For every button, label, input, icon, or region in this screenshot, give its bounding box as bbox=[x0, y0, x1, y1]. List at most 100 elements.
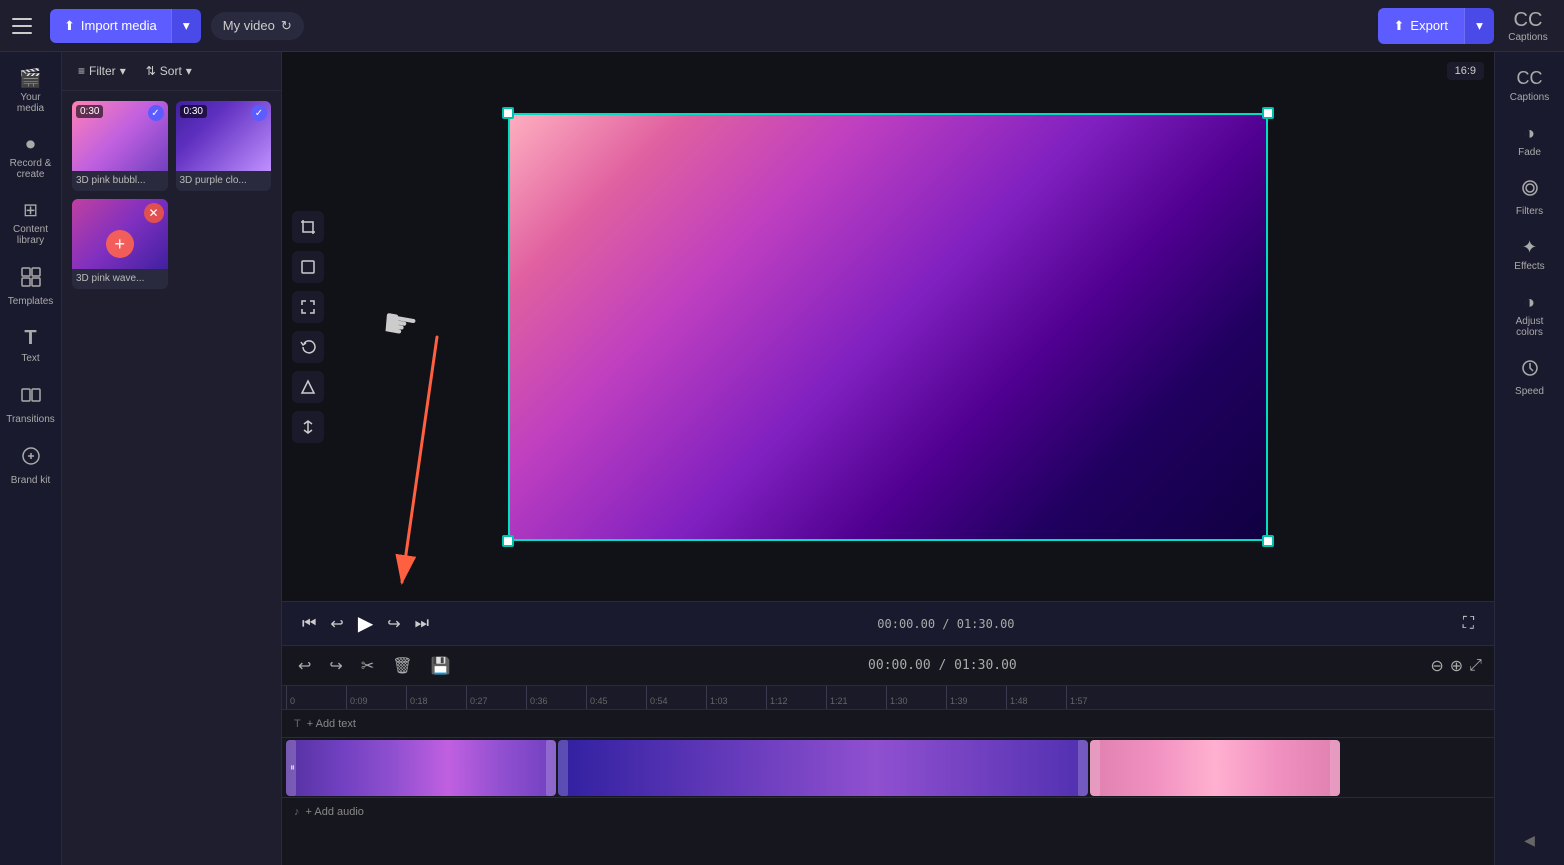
save-button[interactable]: 💾 bbox=[427, 652, 455, 680]
clip-purple-pink[interactable]: ⏸ bbox=[286, 740, 556, 796]
skip-back-button[interactable]: ⏮ bbox=[302, 615, 316, 633]
resize-handle-tr[interactable] bbox=[1262, 107, 1274, 119]
add-to-timeline-button[interactable]: + bbox=[106, 230, 134, 258]
timeline-toolbar: ↩ ↪ ✂ 🗑 💾 00:00.00 / 01:30.00 ⊖ ⊕ ⤢ bbox=[282, 646, 1494, 686]
aspect-ratio-badge[interactable]: 16:9 bbox=[1447, 62, 1484, 80]
media-item-bubble[interactable]: 0:30 ✓ 3D pink bubbl... bbox=[72, 101, 168, 191]
triangle-tool-button[interactable] bbox=[292, 371, 324, 403]
center-area: 16:9 ⏮ ↩ ▶ ↪ ⏭ 00:00.00 / 01:30.00 ⛶ ↩ ↪… bbox=[282, 52, 1494, 865]
ruler-mark: 1:57 bbox=[1066, 686, 1126, 709]
filter-button[interactable]: ≡ Filter ▾ bbox=[72, 60, 132, 82]
sidebar-item-record-create[interactable]: ⏺ Record &create bbox=[2, 126, 60, 188]
video-track: ⏸ bbox=[282, 738, 1494, 798]
media-grid: 0:30 ✓ 3D pink bubbl... 0:30 ✓ 3D purple… bbox=[62, 91, 281, 299]
ruler-mark: 1:12 bbox=[766, 686, 826, 709]
resize-handle-bl[interactable] bbox=[502, 535, 514, 547]
clip-handle-left[interactable] bbox=[558, 740, 568, 796]
right-tool-fade[interactable]: ◑ Fade bbox=[1498, 115, 1562, 166]
adjust-colors-icon: ◑ bbox=[1524, 292, 1535, 313]
audio-icon: ♪ bbox=[294, 806, 300, 818]
resize-handle-tl[interactable] bbox=[502, 107, 514, 119]
fast-forward-button[interactable]: ↪ bbox=[387, 614, 400, 634]
hamburger-menu[interactable] bbox=[12, 12, 40, 40]
skip-forward-button[interactable]: ⏭ bbox=[415, 615, 429, 633]
sidebar-item-templates[interactable]: Templates bbox=[2, 258, 60, 315]
rewind-button[interactable]: ↩ bbox=[330, 614, 343, 634]
delete-media-button[interactable]: ✕ bbox=[144, 203, 164, 223]
crop-tool-button[interactable] bbox=[292, 211, 324, 243]
speed-icon bbox=[1520, 358, 1540, 383]
brand-icon bbox=[20, 445, 42, 472]
sidebar-item-content-library[interactable]: ⊞ Contentlibrary bbox=[2, 192, 60, 254]
filter-icon: ≡ bbox=[78, 64, 85, 78]
right-sidebar-collapse-button[interactable]: ◀ bbox=[1516, 824, 1543, 857]
media-check-purple: ✓ bbox=[251, 105, 267, 121]
sidebar-item-transitions[interactable]: Transitions bbox=[2, 376, 60, 433]
cut-button[interactable]: ✂ bbox=[357, 652, 378, 680]
right-tool-effects[interactable]: ✦ Effects bbox=[1498, 229, 1562, 280]
sidebar-item-your-media[interactable]: 🎬 Your media bbox=[2, 60, 60, 122]
redo-button[interactable]: ↪ bbox=[325, 652, 346, 680]
delete-button[interactable]: 🗑 bbox=[388, 652, 416, 680]
undo-button[interactable]: ↩ bbox=[294, 652, 315, 680]
sidebar-item-label: Contentlibrary bbox=[13, 224, 48, 246]
sort-dropdown-icon: ▾ bbox=[186, 64, 192, 78]
fullscreen-button[interactable]: ⛶ bbox=[1463, 615, 1474, 633]
clip-handle-left[interactable] bbox=[1090, 740, 1100, 796]
zoom-out-button[interactable]: ⊖ bbox=[1430, 656, 1443, 676]
import-dropdown-button[interactable]: ▾ bbox=[171, 9, 201, 43]
clip-pink[interactable] bbox=[1090, 740, 1340, 796]
ruler-mark: 0:45 bbox=[586, 686, 646, 709]
undo-tool-button[interactable] bbox=[292, 331, 324, 363]
filters-icon bbox=[1520, 178, 1540, 203]
ruler-mark: 0:36 bbox=[526, 686, 586, 709]
align-tool-button[interactable] bbox=[292, 411, 324, 443]
import-media-button[interactable]: ⬆ Import media bbox=[50, 9, 171, 43]
resize-handle-br[interactable] bbox=[1262, 535, 1274, 547]
media-item-wave[interactable]: ✕ + 3D pink wave... Add to timeline bbox=[72, 199, 168, 289]
sidebar-item-label: Templates bbox=[8, 296, 54, 307]
sidebar-item-label: Your media bbox=[6, 92, 56, 114]
sidebar-item-text[interactable]: T Text bbox=[2, 319, 60, 372]
play-button[interactable]: ▶ bbox=[358, 611, 373, 636]
sidebar-item-brand[interactable]: Brand kit bbox=[2, 437, 60, 494]
sidebar-item-label: Record &create bbox=[10, 158, 52, 180]
sort-button[interactable]: ⇅ Sort ▾ bbox=[140, 60, 198, 82]
right-tool-speed[interactable]: Speed bbox=[1498, 350, 1562, 405]
zoom-in-button[interactable]: ⊕ bbox=[1450, 656, 1463, 676]
export-button[interactable]: ⬆ Export bbox=[1378, 8, 1464, 44]
media-item-purple[interactable]: 0:30 ✓ 3D purple clo... bbox=[176, 101, 272, 191]
fit-tool-button[interactable] bbox=[292, 291, 324, 323]
ruler-mark: 0:54 bbox=[646, 686, 706, 709]
ruler-mark: 0 bbox=[286, 686, 346, 709]
right-tool-adjust-colors[interactable]: ◑ Adjust colors bbox=[1498, 284, 1562, 346]
import-label: Import media bbox=[81, 18, 157, 33]
export-dropdown-button[interactable]: ▾ bbox=[1464, 8, 1494, 44]
transitions-icon bbox=[20, 384, 42, 411]
fit-timeline-button[interactable]: ⤢ bbox=[1469, 657, 1482, 675]
sidebar-item-label: Transitions bbox=[6, 414, 55, 425]
captions-button[interactable]: CC Captions bbox=[1504, 2, 1552, 50]
add-audio-label[interactable]: + Add audio bbox=[306, 806, 364, 818]
ruler-mark: 1:21 bbox=[826, 686, 886, 709]
right-sidebar: CC Captions ◑ Fade Filters ✦ Effects ◑ A… bbox=[1494, 52, 1564, 865]
import-icon: ⬆ bbox=[64, 18, 75, 34]
right-tool-filters[interactable]: Filters bbox=[1498, 170, 1562, 225]
clip-handle-right[interactable] bbox=[546, 740, 556, 796]
playback-buttons: ⏮ ↩ ▶ ↪ ⏭ bbox=[302, 611, 429, 636]
add-text-label[interactable]: + Add text bbox=[307, 718, 356, 730]
ruler-mark: 0:18 bbox=[406, 686, 466, 709]
filter-dropdown-icon: ▾ bbox=[120, 64, 126, 78]
right-tool-label: Adjust colors bbox=[1502, 316, 1558, 338]
resize-tool-button[interactable] bbox=[292, 251, 324, 283]
timeline-zoom-controls: ⊖ ⊕ ⤢ bbox=[1430, 656, 1482, 676]
content-library-icon: ⊞ bbox=[23, 200, 38, 221]
my-video-tab[interactable]: My video ↻ bbox=[211, 12, 304, 40]
clip-handle-right[interactable] bbox=[1078, 740, 1088, 796]
media-check-bubble: ✓ bbox=[148, 105, 164, 121]
sort-label: Sort bbox=[160, 64, 182, 78]
right-tool-captions[interactable]: CC Captions bbox=[1498, 60, 1562, 111]
clip-handle-right[interactable] bbox=[1330, 740, 1340, 796]
ruler-mark: 1:03 bbox=[706, 686, 766, 709]
clip-purple[interactable] bbox=[558, 740, 1088, 796]
